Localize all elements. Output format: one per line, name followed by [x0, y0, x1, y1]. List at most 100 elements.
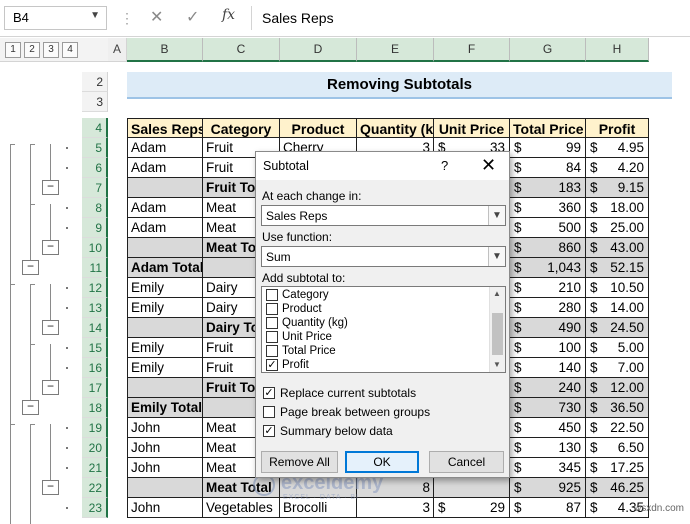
column-header-b[interactable]: B: [127, 38, 203, 62]
table-cell-sales-rep[interactable]: Emily: [127, 298, 203, 318]
table-cell-total-price[interactable]: $860: [510, 238, 586, 258]
row-header-10[interactable]: 10: [82, 238, 108, 258]
cancel-button[interactable]: Cancel: [429, 451, 504, 473]
table-cell-profit[interactable]: $4.20: [586, 158, 649, 178]
table-cell-sales-rep[interactable]: Emily: [127, 358, 203, 378]
column-header-f[interactable]: F: [434, 38, 510, 62]
row-header-16[interactable]: 16: [82, 358, 108, 378]
checkbox-checked-icon[interactable]: ✓: [263, 387, 275, 399]
field-checkbox-item[interactable]: Category: [266, 289, 329, 303]
checkbox-icon[interactable]: [266, 345, 278, 357]
table-cell-profit[interactable]: $6.50: [586, 438, 649, 458]
table-cell-total-price[interactable]: $450: [510, 418, 586, 438]
checkbox-icon[interactable]: [266, 317, 278, 329]
table-cell-total-price[interactable]: $240: [510, 378, 586, 398]
chevron-down-icon[interactable]: ▼: [488, 206, 505, 225]
table-cell-sales-rep[interactable]: Emily: [127, 278, 203, 298]
row-header-2[interactable]: 2: [82, 72, 108, 92]
outline-level-1[interactable]: 1: [5, 42, 21, 58]
list-scrollbar[interactable]: ▲ ▼: [489, 287, 505, 372]
table-cell-profit[interactable]: $46.25: [586, 478, 649, 498]
option-checkbox[interactable]: ✓ Summary below data: [263, 425, 393, 439]
row-header-5[interactable]: 5: [82, 138, 108, 158]
table-cell-sales-rep[interactable]: [127, 238, 203, 258]
outline-collapse-button[interactable]: −: [22, 260, 39, 275]
close-icon[interactable]: ✕: [481, 155, 496, 176]
table-cell-unit-price[interactable]: [434, 478, 510, 498]
scroll-down-icon[interactable]: ▼: [493, 360, 501, 369]
table-cell-total-price[interactable]: $730: [510, 398, 586, 418]
table-cell-sales-rep[interactable]: [127, 378, 203, 398]
table-cell-sales-rep[interactable]: Adam Total: [127, 258, 203, 278]
checkbox-checked-icon[interactable]: ✓: [263, 425, 275, 437]
table-cell-total-price[interactable]: $183: [510, 178, 586, 198]
table-cell-sales-rep[interactable]: John: [127, 498, 203, 518]
scroll-up-icon[interactable]: ▲: [493, 289, 501, 298]
column-header-h[interactable]: H: [586, 38, 649, 62]
table-cell-unit-price[interactable]: $29: [434, 498, 510, 518]
row-header-8[interactable]: 8: [82, 198, 108, 218]
row-header-22[interactable]: 22: [82, 478, 108, 498]
table-header-cell[interactable]: Unit Price: [434, 118, 510, 138]
row-header-4[interactable]: 4: [82, 118, 108, 138]
ok-button[interactable]: OK: [345, 451, 419, 473]
option-checkbox[interactable]: Page break between groups: [263, 406, 430, 420]
name-box[interactable]: B4 ▼: [4, 6, 107, 30]
table-cell-sales-rep[interactable]: Adam: [127, 218, 203, 238]
row-header-11[interactable]: 11: [82, 258, 108, 278]
column-header-g[interactable]: G: [510, 38, 586, 62]
table-cell-profit[interactable]: $12.00: [586, 378, 649, 398]
checkbox-icon[interactable]: [266, 303, 278, 315]
table-cell-sales-rep[interactable]: Emily Total: [127, 398, 203, 418]
table-cell-profit[interactable]: $14.00: [586, 298, 649, 318]
field-checkbox-item[interactable]: Unit Price: [266, 331, 332, 345]
row-header-23[interactable]: 23: [82, 498, 108, 518]
table-cell-sales-rep[interactable]: [127, 318, 203, 338]
row-header-15[interactable]: 15: [82, 338, 108, 358]
table-cell-sales-rep[interactable]: [127, 178, 203, 198]
column-header-c[interactable]: C: [203, 38, 280, 62]
table-cell-total-price[interactable]: $87: [510, 498, 586, 518]
row-header-6[interactable]: 6: [82, 158, 108, 178]
column-header-d[interactable]: D: [280, 38, 357, 62]
change-select[interactable]: Sales Reps ▼: [261, 205, 506, 226]
table-cell-total-price[interactable]: $280: [510, 298, 586, 318]
table-cell-sales-rep[interactable]: Emily: [127, 338, 203, 358]
table-cell-profit[interactable]: $17.25: [586, 458, 649, 478]
checkbox-icon[interactable]: [266, 331, 278, 343]
table-cell-total-price[interactable]: $99: [510, 138, 586, 158]
cancel-icon[interactable]: ✕: [150, 7, 163, 27]
outline-collapse-button[interactable]: −: [22, 400, 39, 415]
checkbox-icon[interactable]: [263, 406, 275, 418]
table-cell-total-price[interactable]: $500: [510, 218, 586, 238]
field-checkbox-item[interactable]: Quantity (kg): [266, 317, 348, 331]
table-header-cell[interactable]: Category: [203, 118, 280, 138]
chevron-down-icon[interactable]: ▼: [488, 247, 505, 266]
table-header-cell[interactable]: Total Price: [510, 118, 586, 138]
table-cell-profit[interactable]: $9.15: [586, 178, 649, 198]
help-icon[interactable]: ?: [441, 158, 448, 173]
formula-input[interactable]: Sales Reps: [251, 6, 687, 30]
table-cell-sales-rep[interactable]: Adam: [127, 158, 203, 178]
table-cell-profit[interactable]: $4.95: [586, 138, 649, 158]
row-header-14[interactable]: 14: [82, 318, 108, 338]
option-checkbox[interactable]: ✓ Replace current subtotals: [263, 387, 416, 401]
table-header-cell[interactable]: Quantity (kg): [357, 118, 434, 138]
table-cell-sales-rep[interactable]: John: [127, 438, 203, 458]
row-header-17[interactable]: 17: [82, 378, 108, 398]
table-cell-total-price[interactable]: $130: [510, 438, 586, 458]
table-cell-total-price[interactable]: $345: [510, 458, 586, 478]
scroll-thumb[interactable]: [492, 313, 503, 355]
chevron-down-icon[interactable]: ▼: [90, 10, 100, 21]
table-cell-total-price[interactable]: $1,043: [510, 258, 586, 278]
outline-collapse-button[interactable]: −: [42, 480, 59, 495]
checkbox-icon[interactable]: [266, 289, 278, 301]
field-checkbox-item[interactable]: Product: [266, 303, 322, 317]
table-cell-total-price[interactable]: $360: [510, 198, 586, 218]
row-header-21[interactable]: 21: [82, 458, 108, 478]
field-checkbox-item[interactable]: Total Price: [266, 345, 336, 359]
enter-icon[interactable]: ✓: [186, 7, 199, 27]
field-checkbox-item[interactable]: ✓ Profit: [266, 359, 309, 373]
remove-all-button[interactable]: Remove All: [261, 451, 338, 473]
table-cell-sales-rep[interactable]: John: [127, 458, 203, 478]
